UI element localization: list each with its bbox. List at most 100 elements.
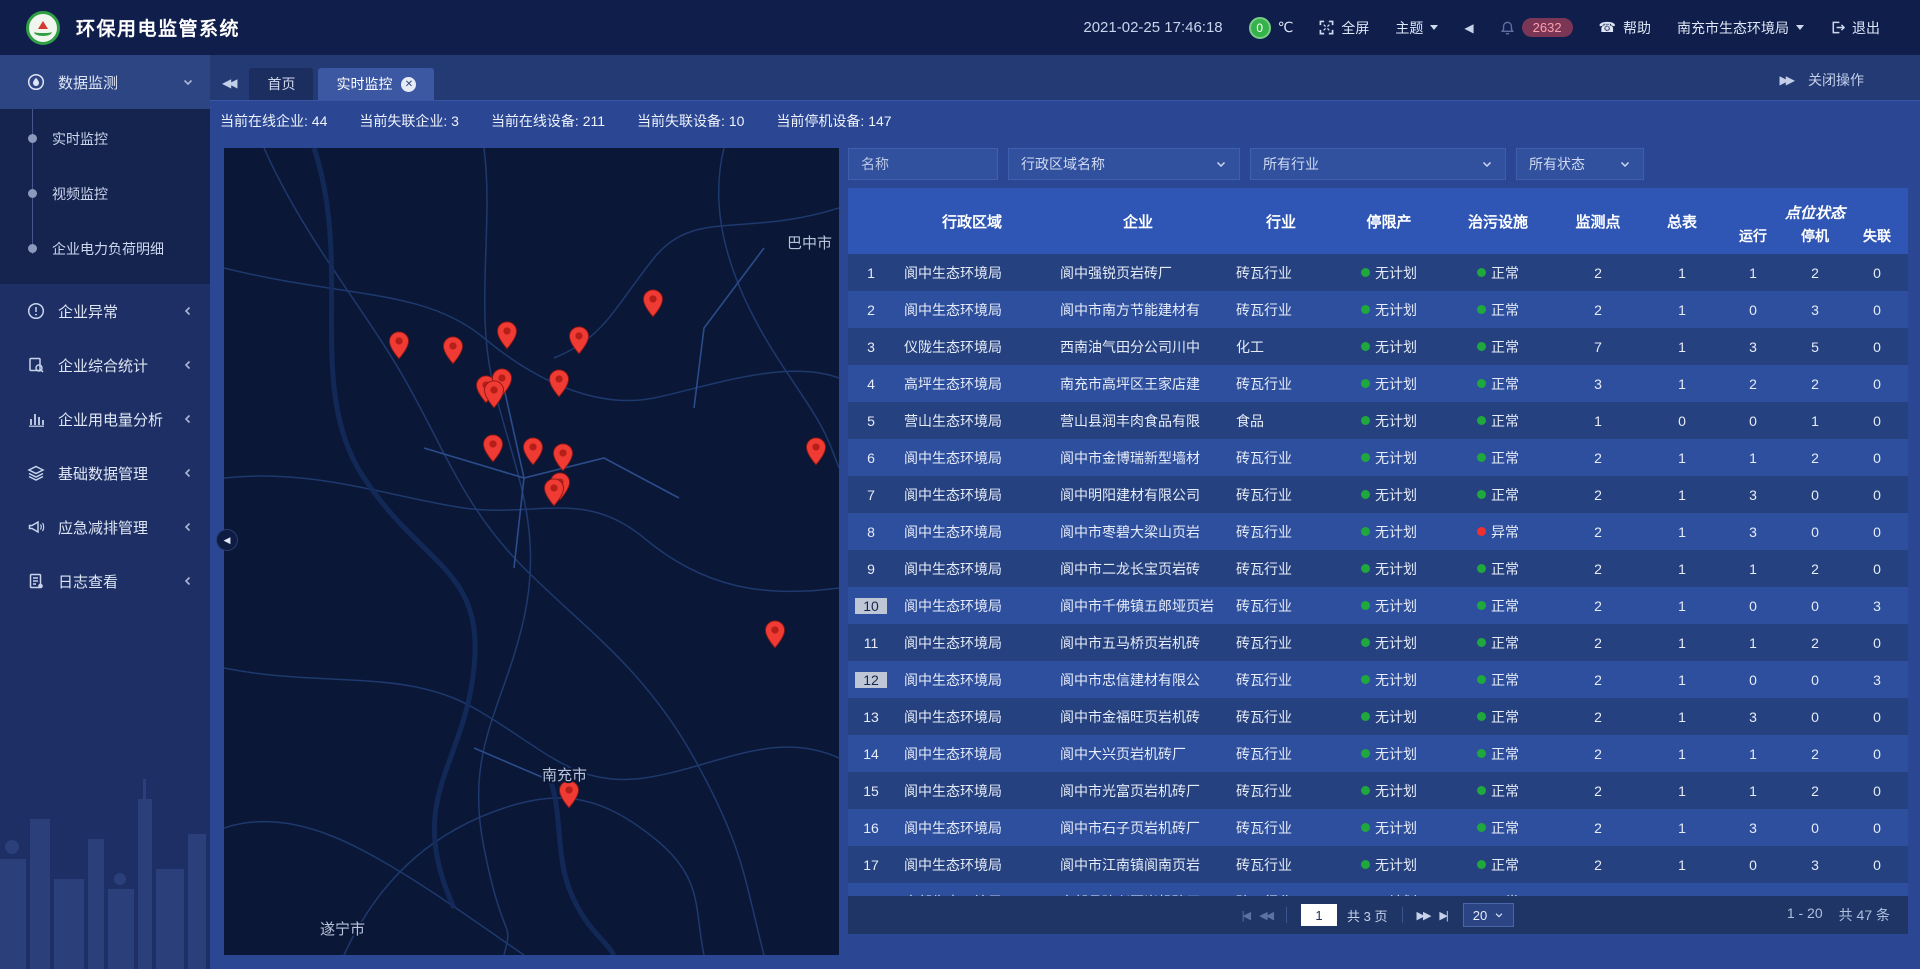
cell-stop-count: 3 bbox=[1784, 857, 1846, 873]
table-row[interactable]: 11阆中生态环境局阆中市五马桥页岩机砖砖瓦行业无计划正常21120 bbox=[848, 624, 1908, 661]
map-pin[interactable] bbox=[497, 322, 516, 349]
cell-company: 阆中市金博瑞新型墙材 bbox=[1050, 448, 1226, 468]
cell-industry: 砖瓦行业 bbox=[1226, 633, 1336, 653]
city-label: 巴中市 bbox=[787, 235, 832, 252]
table-row[interactable]: 3仪陇生态环境局西南油气田分公司川中化工无计划正常71350 bbox=[848, 328, 1908, 365]
close-operations[interactable]: ▶▶ 关闭操作 bbox=[1780, 70, 1864, 100]
cell-stop-count: 2 bbox=[1784, 265, 1846, 281]
map-pin[interactable] bbox=[389, 332, 408, 359]
tabs-scroll-left-button[interactable]: ◀◀ bbox=[220, 76, 244, 100]
region-select[interactable]: 行政区域名称 bbox=[1008, 148, 1240, 180]
first-page-button[interactable]: |◀ bbox=[1242, 909, 1249, 922]
notifications[interactable]: 2632 bbox=[1500, 18, 1573, 37]
chevron-down-icon bbox=[1494, 910, 1504, 920]
sidebar-group-data-monitor[interactable]: 数据监测 bbox=[0, 55, 210, 109]
industry-select[interactable]: 所有行业 bbox=[1250, 148, 1506, 180]
prev-page-button[interactable]: ◀◀ bbox=[1259, 909, 1272, 922]
map-pin[interactable] bbox=[765, 621, 784, 648]
table-row[interactable]: 8阆中生态环境局阆中市枣碧大梁山页岩砖瓦行业无计划异常21300 bbox=[848, 513, 1908, 550]
last-page-button[interactable]: ▶| bbox=[1439, 909, 1446, 922]
tab-realtime-monitor[interactable]: 实时监控 ✕ bbox=[318, 68, 434, 100]
map-pin[interactable] bbox=[443, 337, 462, 364]
map-pin[interactable] bbox=[549, 370, 568, 397]
map-pin[interactable] bbox=[483, 435, 502, 462]
status-select[interactable]: 所有状态 bbox=[1516, 148, 1644, 180]
theme-dropdown[interactable]: 主题 bbox=[1395, 18, 1438, 38]
stat-item: 当前停机设备: 147 bbox=[776, 111, 891, 131]
logout-button[interactable]: 退出 bbox=[1830, 18, 1880, 38]
table-row[interactable]: 18南部生态环境局南部县建兴页岩机砖厂砖瓦行业无计划正常21030 bbox=[848, 883, 1908, 896]
table-row[interactable]: 14阆中生态环境局阆中大兴页岩机砖厂砖瓦行业无计划正常21120 bbox=[848, 735, 1908, 772]
sidebar-collapse-handle[interactable]: ◀ bbox=[216, 529, 238, 551]
help-button[interactable]: ☎ 帮助 bbox=[1599, 18, 1651, 38]
table-row[interactable]: 4高坪生态环境局南充市高坪区王家店建砖瓦行业无计划正常31220 bbox=[848, 365, 1908, 402]
map-panel[interactable]: ◀ bbox=[224, 148, 839, 955]
fullscreen-icon bbox=[1319, 20, 1334, 35]
green-dot-icon bbox=[1477, 305, 1486, 314]
cell-limit-status: 无计划 bbox=[1336, 633, 1442, 653]
cell-facility-status: 正常 bbox=[1442, 448, 1554, 468]
phone-icon: ☎ bbox=[1599, 19, 1616, 36]
green-dot-icon bbox=[1477, 453, 1486, 462]
org-dropdown[interactable]: 南充市生态环境局 bbox=[1677, 18, 1804, 38]
cell-region: 阆中生态环境局 bbox=[894, 818, 1050, 838]
sidebar-item-realtime-monitor[interactable]: 实时监控 bbox=[0, 111, 210, 166]
table-row[interactable]: 16阆中生态环境局阆中市石子页岩机砖厂砖瓦行业无计划正常21300 bbox=[848, 809, 1908, 846]
sidebar-group-enterprise-statistics[interactable]: 企业综合统计 bbox=[0, 338, 210, 392]
sidebar-group-log-view[interactable]: 日志查看 bbox=[0, 554, 210, 608]
cell-lost-count: 0 bbox=[1846, 450, 1908, 466]
page-size-select[interactable]: 20 bbox=[1463, 903, 1514, 927]
table-row[interactable]: 15阆中生态环境局阆中市光富页岩机砖厂砖瓦行业无计划正常21120 bbox=[848, 772, 1908, 809]
cell-monitor-count: 1 bbox=[1554, 413, 1642, 429]
alert-circle-icon bbox=[27, 302, 45, 320]
table-row[interactable]: 6阆中生态环境局阆中市金博瑞新型墙材砖瓦行业无计划正常21120 bbox=[848, 439, 1908, 476]
table-row[interactable]: 7阆中生态环境局阆中明阳建材有限公司砖瓦行业无计划正常21300 bbox=[848, 476, 1908, 513]
cell-industry: 砖瓦行业 bbox=[1226, 781, 1336, 801]
page-number-input[interactable] bbox=[1301, 904, 1337, 926]
cell-meter-count: 1 bbox=[1642, 450, 1722, 466]
log-file-icon bbox=[27, 572, 45, 590]
map-pin[interactable] bbox=[523, 438, 542, 465]
table-row[interactable]: 9阆中生态环境局阆中市二龙长宝页岩砖砖瓦行业无计划正常21120 bbox=[848, 550, 1908, 587]
cell-company: 阆中强锐页岩砖厂 bbox=[1050, 263, 1226, 283]
sidebar-item-video-monitor[interactable]: 视频监控 bbox=[0, 166, 210, 221]
table-row[interactable]: 5营山生态环境局营山县润丰肉食品有限食品无计划正常10010 bbox=[848, 402, 1908, 439]
table-row[interactable]: 13阆中生态环境局阆中市金福旺页岩机砖砖瓦行业无计划正常21300 bbox=[848, 698, 1908, 735]
fullscreen-button[interactable]: 全屏 bbox=[1319, 18, 1369, 38]
map-canvas[interactable]: 巴中市南充市遂宁市 bbox=[224, 148, 839, 955]
cell-stop-count: 0 bbox=[1784, 709, 1846, 725]
name-search-input[interactable] bbox=[848, 148, 998, 180]
sidebar-group-enterprise-abnormal[interactable]: 企业异常 bbox=[0, 284, 210, 338]
tab-home[interactable]: 首页 bbox=[249, 68, 313, 100]
cell-run-count: 1 bbox=[1722, 450, 1784, 466]
sidebar-item-power-load-detail[interactable]: 企业电力负荷明细 bbox=[0, 221, 210, 276]
sidebar-group-emergency-reduction[interactable]: 应急减排管理 bbox=[0, 500, 210, 554]
map-pin[interactable] bbox=[559, 781, 578, 808]
table-row[interactable]: 10阆中生态环境局阆中市千佛镇五郎垭页岩砖瓦行业无计划正常21003 bbox=[848, 587, 1908, 624]
cell-region: 阆中生态环境局 bbox=[894, 781, 1050, 801]
cell-index: 13 bbox=[848, 709, 894, 725]
chevron-down-icon bbox=[182, 76, 194, 88]
table-row[interactable]: 17阆中生态环境局阆中市江南镇阆南页岩砖瓦行业无计划正常21030 bbox=[848, 846, 1908, 883]
table-row[interactable]: 1阆中生态环境局阆中强锐页岩砖厂砖瓦行业无计划正常21120 bbox=[848, 254, 1908, 291]
cell-run-count: 3 bbox=[1722, 339, 1784, 355]
next-page-button[interactable]: ▶▶ bbox=[1417, 909, 1430, 922]
sidebar-group-power-analysis[interactable]: 企业用电量分析 bbox=[0, 392, 210, 446]
map-pin[interactable] bbox=[643, 290, 662, 317]
table-row[interactable]: 12阆中生态环境局阆中市忠信建材有限公砖瓦行业无计划正常21003 bbox=[848, 661, 1908, 698]
cell-limit-status: 无计划 bbox=[1336, 374, 1442, 394]
mute-speaker-button[interactable]: ◀ bbox=[1464, 21, 1473, 35]
cell-monitor-count: 2 bbox=[1554, 598, 1642, 614]
map-pin[interactable] bbox=[484, 381, 503, 408]
close-tab-icon[interactable]: ✕ bbox=[401, 77, 416, 92]
map-pin[interactable] bbox=[806, 438, 825, 465]
cell-monitor-count: 2 bbox=[1554, 709, 1642, 725]
cell-industry: 砖瓦行业 bbox=[1226, 855, 1336, 875]
sidebar-group-base-data[interactable]: 基础数据管理 bbox=[0, 446, 210, 500]
green-dot-icon bbox=[1477, 749, 1486, 758]
cell-region: 高坪生态环境局 bbox=[894, 374, 1050, 394]
table-row[interactable]: 2阆中生态环境局阆中市南方节能建材有砖瓦行业无计划正常21030 bbox=[848, 291, 1908, 328]
map-pin[interactable] bbox=[544, 479, 563, 506]
column-subheader: 运行 bbox=[1722, 224, 1784, 254]
tabs-scroll-right-button[interactable]: ▶▶ bbox=[1780, 73, 1792, 87]
